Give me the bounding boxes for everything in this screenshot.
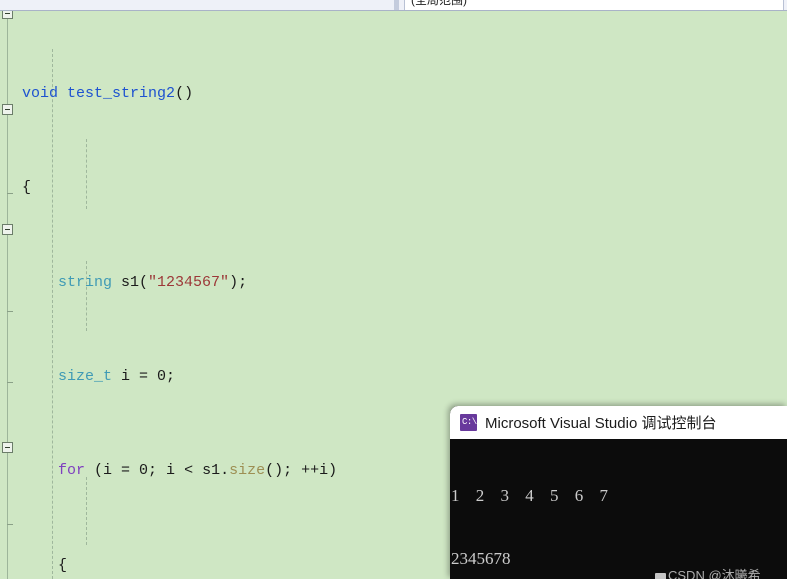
navbar-divider (394, 0, 399, 10)
console-output-area[interactable]: 1 2 3 4 5 6 7 2345678 8765432 D:\code\c-… (450, 439, 787, 579)
code-line[interactable]: void test_string2() (0, 82, 787, 106)
editor-navigation-bar: (全局范围) (0, 0, 787, 11)
console-app-icon: C:\ (460, 414, 477, 431)
console-title-bar[interactable]: C:\ Microsoft Visual Studio 调试控制台 (450, 406, 787, 439)
csdn-watermark: CSDN @沐曦希 (655, 565, 761, 579)
code-line[interactable]: string s1("1234567"); (0, 271, 787, 295)
debug-console-window[interactable]: C:\ Microsoft Visual Studio 调试控制台 1 2 3 … (450, 406, 787, 579)
csdn-watermark-text: CSDN @沐曦希 (668, 568, 761, 579)
code-line[interactable]: { (0, 176, 787, 200)
screenshot-root: (全局范围) void test_string2() { string s1("… (0, 0, 787, 579)
console-title-text: Microsoft Visual Studio 调试控制台 (485, 415, 717, 432)
csdn-logo-icon (655, 573, 666, 579)
console-output-line: 1 2 3 4 5 6 7 (451, 486, 614, 505)
scope-combobox[interactable]: (全局范围) (404, 0, 784, 10)
code-line[interactable]: size_t i = 0; (0, 365, 787, 389)
navbar-left-pane (0, 0, 398, 10)
console-icon-label: C:\ (462, 417, 477, 427)
